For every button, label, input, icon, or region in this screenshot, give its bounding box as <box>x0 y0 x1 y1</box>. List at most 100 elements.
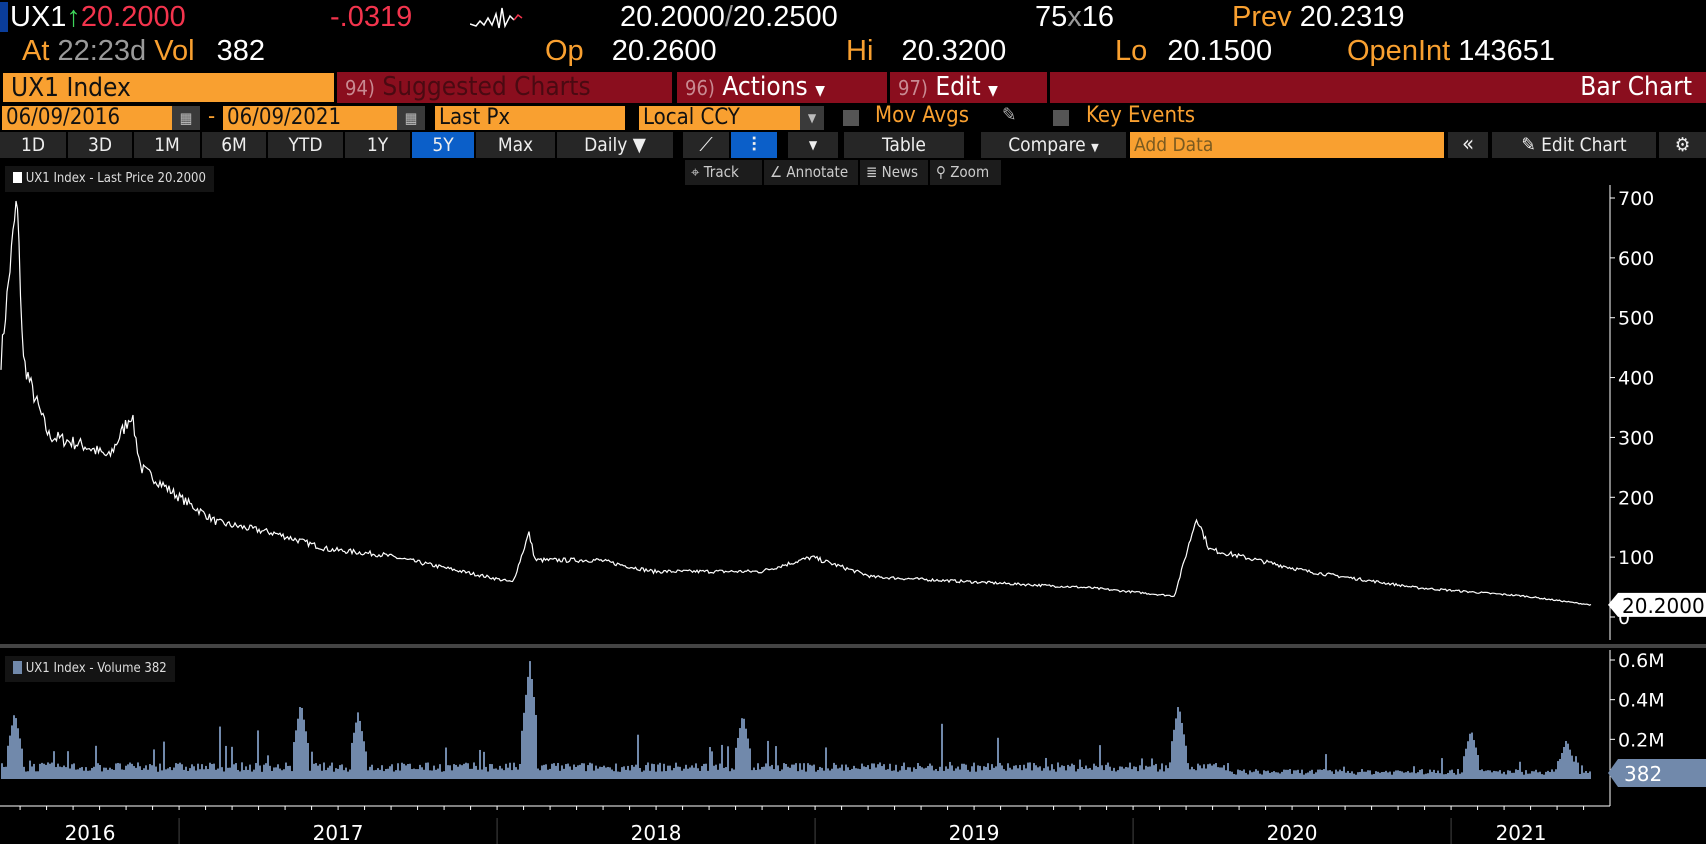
volume-bar <box>911 771 913 779</box>
volume-bar <box>633 766 635 779</box>
volume-bar <box>303 719 305 779</box>
volume-bar <box>1375 771 1377 779</box>
volume-bar <box>537 768 539 779</box>
volume-bar <box>1537 772 1539 779</box>
volume-bar <box>135 767 137 779</box>
volume-bar <box>525 694 527 779</box>
volume-bar <box>1251 772 1253 779</box>
volume-bar <box>1223 765 1225 779</box>
volume-bar <box>1493 770 1495 779</box>
volume-bar <box>611 769 613 779</box>
volume-bar <box>1487 770 1489 779</box>
volume-bar <box>803 763 805 779</box>
volume-bar <box>1215 763 1217 779</box>
price-volume-chart[interactable]: 01002003004005006007000.2M0.4M0.6M20.200… <box>0 0 1706 844</box>
volume-bar <box>475 765 477 779</box>
volume-bar <box>1145 765 1147 779</box>
volume-bar <box>1217 767 1219 779</box>
volume-bar <box>793 764 795 779</box>
volume-bar <box>865 767 867 779</box>
volume-bar <box>1149 766 1151 779</box>
year-label: 2016 <box>65 821 116 844</box>
volume-bar <box>645 765 647 779</box>
volume-bar <box>831 768 833 779</box>
volume-bar <box>349 769 351 779</box>
volume-bar <box>1327 770 1329 779</box>
volume-bar <box>505 763 507 779</box>
volume-bar <box>923 768 925 779</box>
price-line <box>0 200 1592 606</box>
volume-bar <box>1095 765 1097 779</box>
volume-bar <box>941 723 943 779</box>
volume-bar <box>163 741 165 779</box>
volume-bar <box>483 751 485 779</box>
volume-bar <box>143 768 145 779</box>
volume-bar <box>335 768 337 779</box>
volume-bar <box>1545 771 1547 779</box>
volume-bar <box>1585 770 1587 779</box>
volume-bar <box>1281 771 1283 779</box>
volume-bar <box>1169 762 1171 779</box>
volume-bar <box>343 770 345 779</box>
volume-bar <box>1441 758 1443 779</box>
volume-bar <box>111 769 113 779</box>
volume-bar <box>839 767 841 779</box>
volume-bar <box>47 762 49 779</box>
volume-bar <box>1407 771 1409 779</box>
volume-bar <box>1333 773 1335 779</box>
volume-bar <box>205 765 207 779</box>
volume-bar <box>855 768 857 779</box>
volume-bar <box>199 769 201 779</box>
volume-bar <box>1385 770 1387 779</box>
volume-bar <box>1205 768 1207 779</box>
year-label: 2017 <box>313 821 364 844</box>
volume-bar <box>273 767 275 779</box>
volume-bar <box>177 763 179 779</box>
volume-bar <box>1287 769 1289 779</box>
volume-bar <box>1535 769 1537 779</box>
volume-bar <box>1001 765 1003 779</box>
volume-bar <box>13 715 15 779</box>
volume-bar <box>1555 769 1557 779</box>
volume-bar <box>129 762 131 779</box>
volume-bar <box>727 746 729 779</box>
volume-bar <box>457 766 459 779</box>
volume-bar <box>825 747 827 779</box>
volume-bar <box>291 771 293 779</box>
volume-bar <box>535 714 537 779</box>
volume-bar <box>1533 771 1535 779</box>
volume-bar <box>139 766 141 779</box>
volume-bar <box>247 769 249 779</box>
volume-bar <box>979 765 981 779</box>
volume-bar <box>1331 771 1333 779</box>
volume-bar <box>233 764 235 779</box>
volume-bar <box>1187 763 1189 779</box>
volume-bar <box>655 771 657 779</box>
volume-bar <box>653 764 655 779</box>
volume-bar <box>467 763 469 779</box>
volume-bar <box>1445 774 1447 779</box>
volume-bar <box>189 768 191 779</box>
volume-bar <box>1249 770 1251 779</box>
last-volume-label: 382 <box>1624 762 1662 786</box>
volume-bar <box>117 762 119 779</box>
volume-bar <box>697 768 699 779</box>
volume-bar <box>939 766 941 779</box>
volume-bar <box>777 765 779 779</box>
volume-bar <box>513 762 515 779</box>
volume-bar <box>115 763 117 779</box>
volume-bar <box>575 766 577 779</box>
volume-bar <box>169 766 171 779</box>
volume-bar <box>521 730 523 779</box>
volume-bar <box>1053 769 1055 779</box>
volume-bar <box>1295 770 1297 779</box>
volume-bar <box>997 737 999 779</box>
volume-bar <box>1421 769 1423 779</box>
volume-bar <box>569 766 571 779</box>
volume-bar <box>1483 771 1485 779</box>
volume-bar <box>963 763 965 779</box>
volume-bar <box>485 766 487 779</box>
volume-bar <box>1513 772 1515 779</box>
volume-bar <box>257 730 259 779</box>
volume-bar <box>889 763 891 779</box>
